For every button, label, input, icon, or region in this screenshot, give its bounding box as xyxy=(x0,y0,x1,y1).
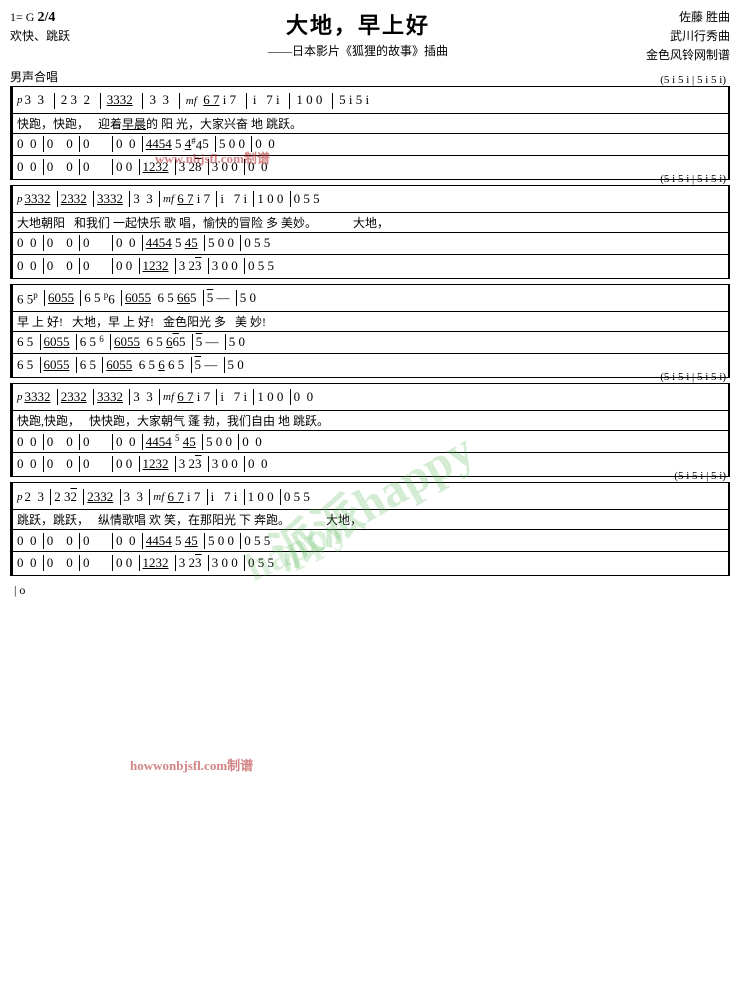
notes-row1: 3 3 2 3 2 3332 3 3 mf 6 7 i 7 i 7 i 1 0 … xyxy=(25,92,373,109)
row-s3-mid2: 6 5 6055 6 5 6055 6 5 6 6 5 5 — 5 0 xyxy=(13,354,728,376)
staff-block-1: p 3 3 2 3 2 3332 3 3 mf 6 7 i 7 i 7 i xyxy=(10,86,730,180)
row-s5-top: p 2 3 2 32 2332 3 3 mf 6 7 i 7 i 7 i 1 0… xyxy=(13,484,728,510)
staff-block-2: p 3332 2332 3332 3 3 mf 6 7 i 7 i 7 i 1 … xyxy=(10,185,730,279)
voice-label: 男声合唱 xyxy=(10,68,730,85)
row-s5-mid2: 0 0 0 0 0 0 0 1232 3 23 3 0 0 0 5 5 xyxy=(13,552,728,574)
repeat-1: (5 i 5 i | 5 i 5 i) xyxy=(660,74,726,86)
bottom-note: | o xyxy=(14,583,25,598)
row-s4-top: p 3332 2332 3332 3 3 mf 6 7 i 7 i 7 i 1 … xyxy=(13,385,728,411)
arranger: 武川行秀曲 xyxy=(646,27,730,46)
repeat-5: (5 i 5 i | 5 i) xyxy=(674,470,726,482)
row-s4-mid1: 0 0 0 0 0 0 0 4454 5 45 5 0 0 0 0 xyxy=(13,431,728,453)
dynamic-p-3: p xyxy=(17,391,23,403)
subtitle: ——日本影片《狐狸的故事》插曲 xyxy=(70,42,646,59)
header-center: 大地，早上好 ——日本影片《狐狸的故事》插曲 xyxy=(70,8,646,59)
section-1: (5 i 5 i | 5 i 5 i) p 3 3 2 3 2 3332 3 3… xyxy=(10,86,730,180)
key-time: 1= G 2/4 xyxy=(10,8,70,28)
section-2: (5 i 5 i | 5 i 5 i) p 3332 2332 3332 3 3… xyxy=(10,185,730,279)
url-watermark-2: howwonbjsfl.com制谱 xyxy=(130,755,253,774)
page-title: 大地，早上好 xyxy=(70,8,646,40)
row-s3-mid1: 6 5 6055 6 5 6 6055 6 5 665 5 — 5 0 xyxy=(13,332,728,354)
header: 1= G 2/4 欢快、跳跃 大地，早上好 ——日本影片《狐狸的故事》插曲 佐藤… xyxy=(10,8,730,66)
lyrics-row-5: 跳跃，跳跃， 纵情歌唱 欢 笑，在那阳光 下 奔跑。 大地， xyxy=(13,510,728,530)
lyrics-row-3: 早 上 好! 大地，早 上 好! 金色阳光 多 美 妙! xyxy=(13,312,728,332)
row-s2-mid2: 0 0 0 0 0 0 0 1232 3 23 3 0 0 0 5 5 xyxy=(13,255,728,277)
dynamic-p-1: p xyxy=(17,94,23,106)
repeat-4: (5 i 5 i | 5 i 5 i) xyxy=(660,371,726,383)
header-left: 1= G 2/4 欢快、跳跃 xyxy=(10,8,70,44)
staff-block-4: p 3332 2332 3332 3 3 mf 6 7 i 7 i 7 i 1 … xyxy=(10,383,730,477)
bottom-fragment: | o xyxy=(10,581,730,600)
staff-block-5: p 2 3 2 32 2332 3 3 mf 6 7 i 7 i 7 i 1 0… xyxy=(10,482,730,576)
row-s4-mid2: 0 0 0 0 0 0 0 1232 3 23 3 0 0 0 0 xyxy=(13,453,728,475)
row-s3-top: 6 5p 6055 6 5 p6 6055 6 5 665 5 — 5 0 xyxy=(13,286,728,312)
page: 派派happy happy www.nbjsfl.com制谱 howwonbjs… xyxy=(0,0,740,994)
tempo: 欢快、跳跃 xyxy=(10,28,70,45)
composer: 佐藤 胜曲 xyxy=(646,8,730,27)
header-right: 佐藤 胜曲 武川行秀曲 金色风铃网制谱 xyxy=(646,8,730,66)
dynamic-p-4: p xyxy=(17,491,23,503)
row-3-mid2: 0 0 0 0 0 0 0 1232 3 28 3 0 0 0 0 xyxy=(13,156,728,178)
source: 金色风铃网制谱 xyxy=(646,46,730,65)
section-3: 6 5p 6055 6 5 p6 6055 6 5 665 5 — 5 0 早 … xyxy=(10,284,730,378)
lyrics-row-4: 快跑,快跑， 快快跑，大家朝气 蓬 勃，我们自由 地 跳跃。 xyxy=(13,411,728,431)
lyrics-row-1: 快跑，快跑， 迎着早晨的 阳 光，大家兴奋 地 跳跃。 xyxy=(13,114,728,134)
row-s5-mid1: 0 0 0 0 0 0 0 4454 5 45 5 0 0 0 5 5 xyxy=(13,530,728,552)
section-5: (5 i 5 i | 5 i) p 2 3 2 32 2332 3 3 mf 6… xyxy=(10,482,730,576)
row-s2-mid1: 0 0 0 0 0 0 0 4454 5 45 5 0 0 0 5 5 xyxy=(13,233,728,255)
repeat-2: (5 i 5 i | 5 i 5 i) xyxy=(660,173,726,185)
staff-block-3: 6 5p 6055 6 5 p6 6055 6 5 665 5 — 5 0 早 … xyxy=(10,284,730,378)
row-s2-top: p 3332 2332 3332 3 3 mf 6 7 i 7 i 7 i 1 … xyxy=(13,187,728,213)
row-1-top: p 3 3 2 3 2 3332 3 3 mf 6 7 i 7 i 7 i xyxy=(13,88,728,114)
dynamic-p-2: p xyxy=(17,193,23,205)
section-4: (5 i 5 i | 5 i 5 i) p 3332 2332 3332 3 3… xyxy=(10,383,730,477)
row-2-mid1: 0 0 0 0 0 0 0 4454 5 4#45 5 0 0 0 0 xyxy=(13,134,728,156)
lyrics-row-2: 大地朝阳 和我们 一起快乐 歌 唱，愉快的冒险 多 美妙。 大地， xyxy=(13,213,728,233)
